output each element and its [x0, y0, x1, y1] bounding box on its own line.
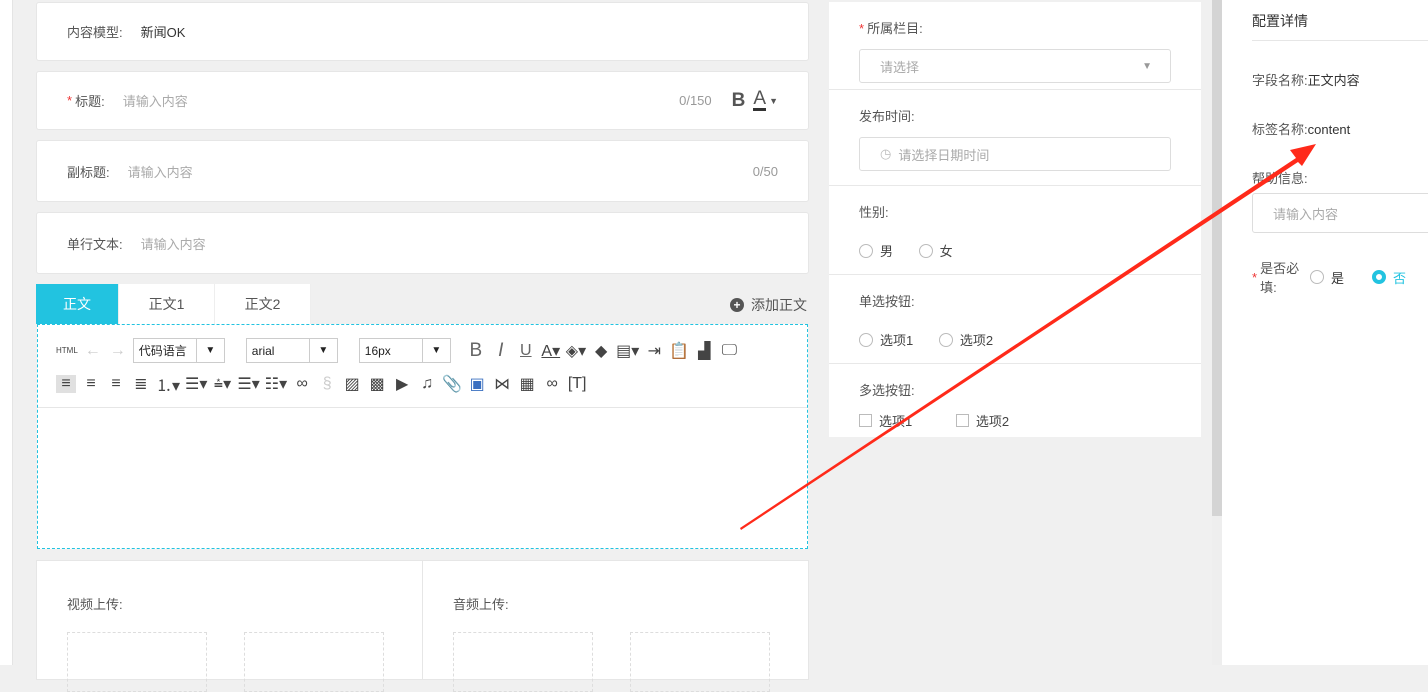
annotation-arrow — [740, 144, 1316, 530]
